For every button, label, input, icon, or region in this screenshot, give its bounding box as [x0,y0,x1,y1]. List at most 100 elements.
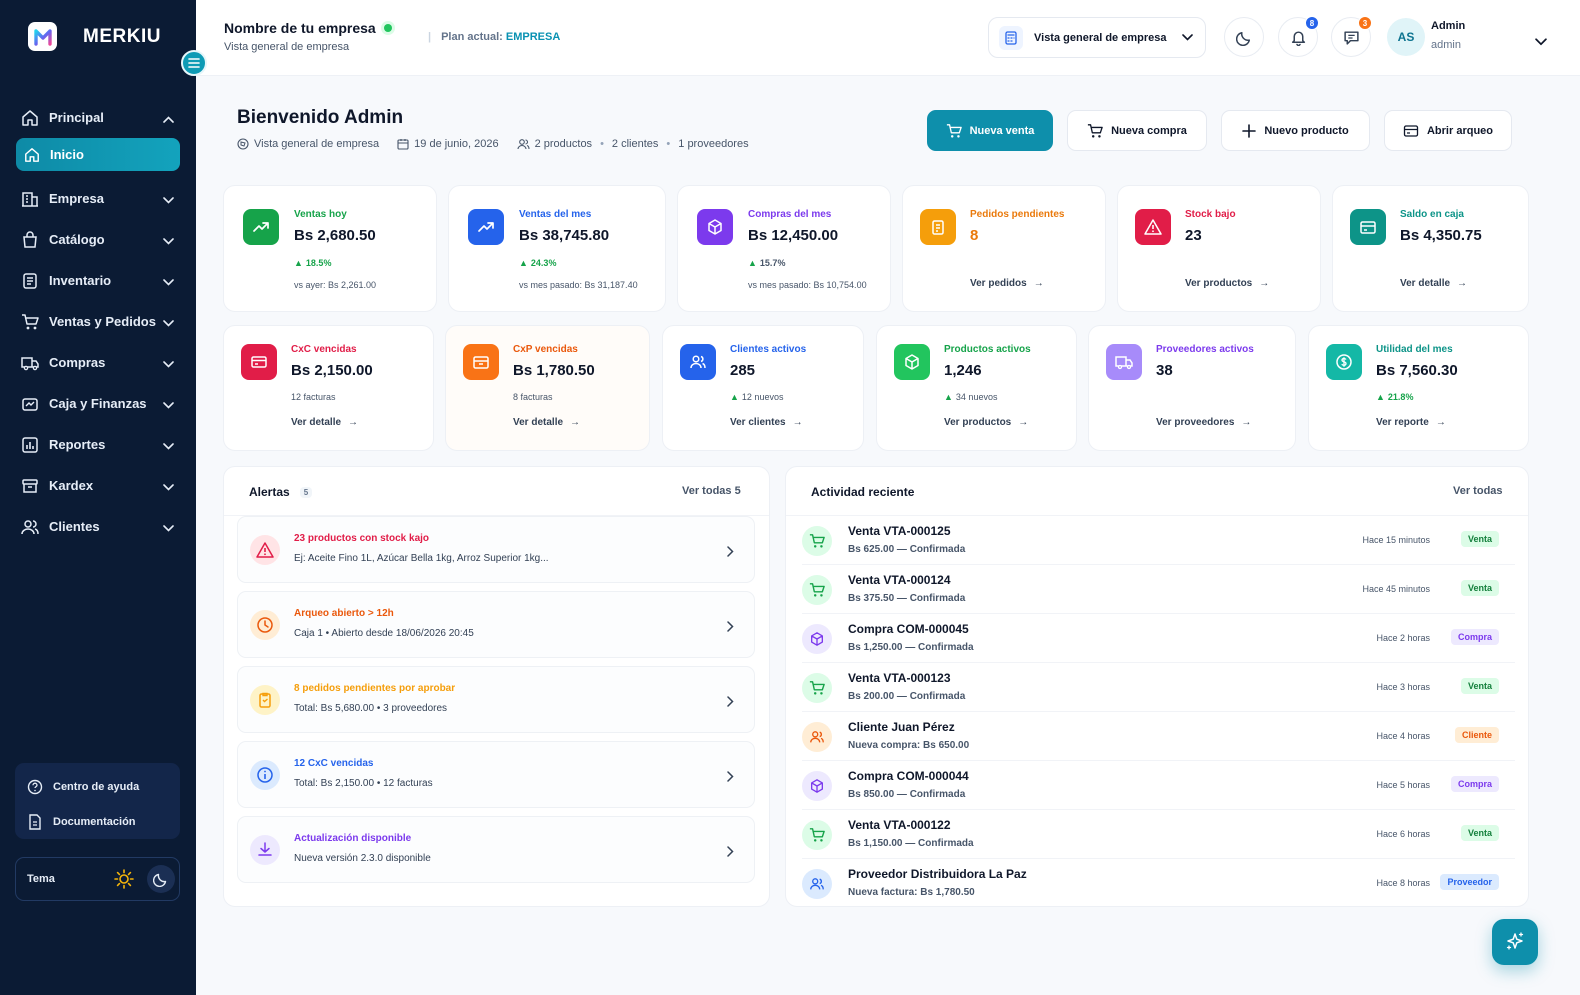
user-name: Admin [1431,20,1466,32]
sidebar-item-kardex[interactable]: Kardex [0,465,196,506]
help-box: Centro de ayuda Documentación [15,763,180,839]
sidebar-item-reportes[interactable]: Reportes [0,424,196,465]
sidebar-item-ventas-pedidos[interactable]: Ventas y Pedidos [0,301,196,342]
documentation-label: Documentación [53,816,136,828]
sidebar-item-label: Inicio [50,147,84,162]
activity-sub: Bs 375.50 — Confirmada [848,593,966,604]
sidebar-item-catalogo[interactable]: Catálogo [0,219,196,260]
chevron-down-icon [163,438,174,453]
alert-item-low-stock[interactable]: 23 productos con stock kajo Ej: Aceite F… [237,516,755,583]
sidebar-item-inventario[interactable]: Inventario [0,260,196,301]
view-detail-link[interactable]: Ver detalle → [1400,278,1467,289]
brand-name: MERKIU [83,25,161,47]
activity-time: Hace 2 horas [1376,633,1430,643]
stat-value: 1,246 [944,362,982,379]
alerts-title: Alertas 5 [249,485,313,499]
new-product-button[interactable]: Nuevo producto [1221,110,1370,151]
dark-mode-button[interactable] [1224,17,1264,57]
alert-item-pending-orders[interactable]: 8 pedidos pendientes por aprobar Total: … [237,666,755,733]
chevron-down-icon [163,274,174,289]
arrow-right-icon: → [1033,278,1044,289]
view-suppliers-link[interactable]: Ver proveedores → [1156,417,1251,428]
brand[interactable]: MERKIU [28,22,161,51]
home-icon [22,145,42,165]
activity-time: Hace 6 horas [1376,829,1430,839]
activity-badge: Venta [1460,531,1499,547]
alert-text: Total: Bs 5,680.00 • 3 proveedores [294,703,448,714]
activity-sub: Bs 625.00 — Confirmada [848,544,966,555]
activity-row[interactable]: Venta VTA-000124 Bs 375.50 — Confirmada … [802,565,1515,614]
sidebar-item-empresa[interactable]: Empresa [0,178,196,219]
new-sale-label: Nueva venta [969,124,1035,137]
user-avatar[interactable]: AS [1387,18,1425,56]
meta-counts: 2 productos [517,138,592,150]
alert-title: 12 CxC vencidas [294,758,374,769]
messages-button[interactable]: 3 [1331,16,1372,57]
open-cash-button[interactable]: Abrir arqueo [1384,110,1512,151]
cart-icon [802,673,832,703]
view-selector[interactable]: Vista general de empresa [988,17,1206,58]
view-detail-link[interactable]: Ver detalle → [291,417,358,428]
sidebar-item-label: Caja y Finanzas [49,396,147,411]
user-menu-chevron-icon[interactable] [1535,33,1547,51]
activity-row[interactable]: Compra COM-000045 Bs 1,250.00 — Confirma… [802,614,1515,663]
sidebar: MERKIU Principal Inicio Empresa Catálogo… [0,0,207,995]
new-purchase-button[interactable]: Nueva compra [1067,110,1207,151]
activity-row[interactable]: Venta VTA-000125 Bs 625.00 — Confirmada … [802,516,1515,565]
alert-item-receivables[interactable]: 12 CxC vencidas Total: Bs 2,150.00 • 12 … [237,741,755,808]
stat-label: Ventas del mes [519,209,592,220]
view-products-link[interactable]: Ver productos → [1185,278,1269,289]
activity-view-all-link[interactable]: Ver todas [1453,485,1503,497]
theme-label: Tema [27,873,55,885]
sidebar-item-inicio[interactable]: Inicio [16,138,180,171]
stat-sub: ▲ 21.8% [1376,392,1414,402]
moon-icon[interactable] [147,865,175,893]
new-purchase-label: Nueva compra [1111,124,1187,137]
activity-row[interactable]: Compra COM-000044 Bs 850.00 — Confirmada… [802,761,1515,810]
chevron-up-icon [163,111,174,126]
help-center-label: Centro de ayuda [53,781,140,793]
notifications-badge: 8 [1305,16,1319,30]
sidebar-item-compras[interactable]: Compras [0,342,196,383]
activity-row[interactable]: Proveedor Distribuidora La Paz Nueva fac… [802,859,1515,908]
alert-item-update[interactable]: Actualización disponible Nueva versión 2… [237,816,755,883]
stat-label: Pedidos pendientes [970,209,1065,220]
arrow-up-icon: ▲ [519,258,528,268]
user-role: admin [1431,39,1461,51]
activity-time: Hace 3 horas [1376,682,1430,692]
activity-row[interactable]: Venta VTA-000122 Bs 1,150.00 — Confirmad… [802,810,1515,859]
view-products-link[interactable]: Ver productos → [944,417,1028,428]
sidebar-item-principal[interactable]: Principal [0,97,196,138]
activity-row[interactable]: Cliente Juan Pérez Nueva compra: Bs 650.… [802,712,1515,761]
dollar-icon [1326,344,1362,380]
activity-row[interactable]: Venta VTA-000123 Bs 200.00 — Confirmada … [802,663,1515,712]
sidebar-item-caja-finanzas[interactable]: Caja y Finanzas [0,383,196,424]
meta-view: Vista general de empresa [237,138,379,150]
sun-icon[interactable] [114,869,134,892]
arrow-right-icon: → [1259,278,1270,289]
view-clients-link[interactable]: Ver clientes → [730,417,803,428]
view-report-link[interactable]: Ver reporte → [1376,417,1446,428]
alert-text: Caja 1 • Abierto desde 18/06/2026 20:45 [294,628,474,639]
report-icon [20,435,40,455]
moon-icon [1235,31,1250,46]
help-center-link[interactable]: Centro de ayuda [27,773,168,801]
activity-time: Hace 8 horas [1376,878,1430,888]
arrow-up-icon: ▲ [1376,392,1385,402]
stat-label: Ventas hoy [294,209,347,220]
view-orders-link[interactable]: Ver pedidos → [970,278,1044,289]
alert-item-cash-open[interactable]: Arqueo abierto > 12h Caja 1 • Abierto de… [237,591,755,658]
inventory-icon [20,271,40,291]
stat-value: Bs 7,560.30 [1376,362,1458,379]
new-sale-button[interactable]: Nueva venta [927,110,1053,151]
view-detail-link[interactable]: Ver detalle → [513,417,580,428]
sidebar-item-label: Reportes [49,437,106,452]
truck-icon [20,353,40,373]
stat-card-low-stock: Stock bajo 23 Ver productos → [1117,185,1321,312]
documentation-link[interactable]: Documentación [27,808,168,836]
sidebar-item-clientes[interactable]: Clientes [0,506,196,547]
alerts-view-all-link[interactable]: Ver todas 5 [682,485,741,497]
notifications-button[interactable]: 8 [1278,16,1319,57]
sidebar-collapse-button[interactable] [181,50,207,76]
ai-assistant-button[interactable] [1492,919,1538,965]
